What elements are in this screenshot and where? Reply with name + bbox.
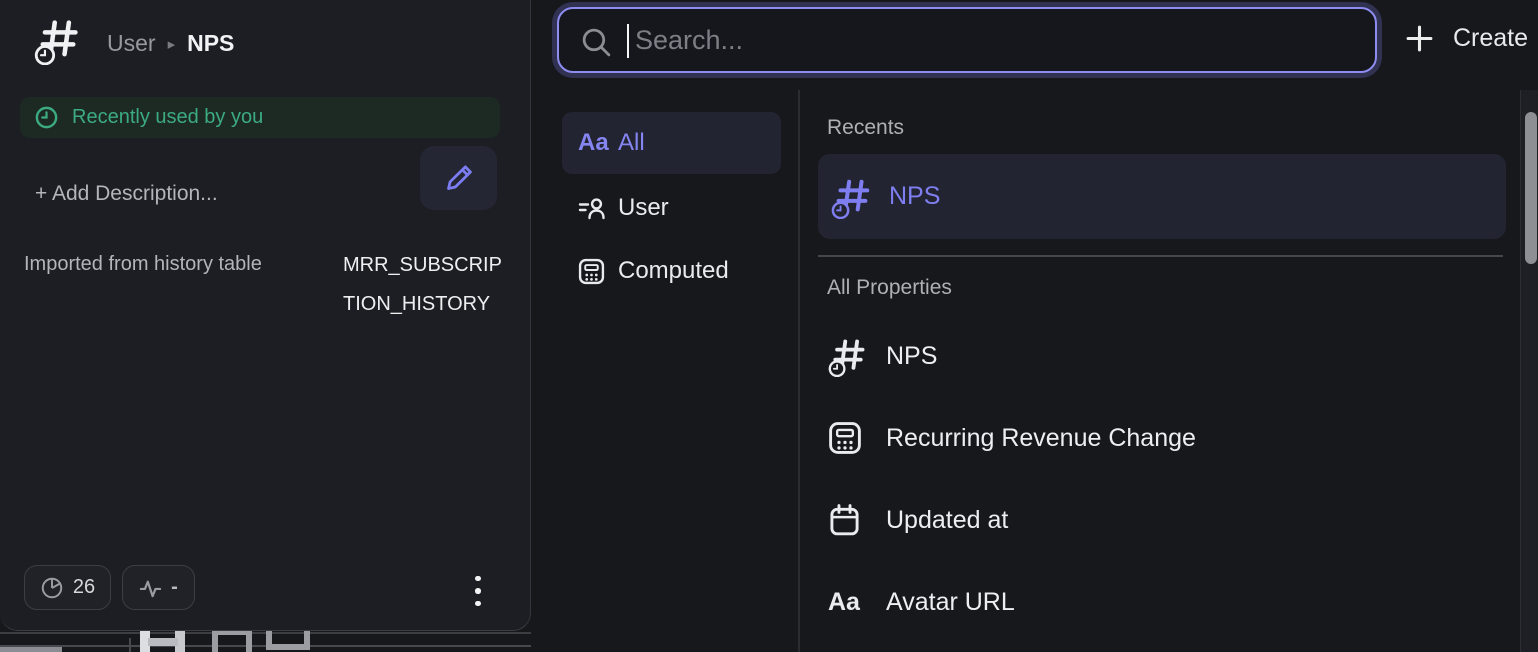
activity-icon (139, 578, 162, 598)
property-item-updated-at[interactable]: Updated at (818, 479, 1506, 561)
filter-tab-label: User (618, 194, 669, 222)
property-item-recurring-revenue-change[interactable]: Recurring Revenue Change (818, 397, 1506, 479)
import-source-value: MRR_SUBSCRIPTION_HISTORY (343, 246, 503, 324)
import-source-label: Imported from history table (24, 253, 262, 276)
pencil-icon (441, 160, 477, 196)
recently-used-badge: Recently used by you (20, 97, 500, 138)
recently-used-label: Recently used by you (72, 106, 263, 129)
filter-tab-all[interactable]: Aa All (562, 112, 781, 174)
clock-icon (34, 105, 59, 130)
filter-tab-label: Computed (618, 257, 729, 285)
background-grid-line (129, 638, 131, 652)
calculator-icon (828, 421, 886, 455)
search-bar (557, 7, 1377, 73)
more-options-button[interactable] (468, 571, 488, 611)
recent-item-nps[interactable]: NPS (818, 154, 1506, 239)
user-list-icon (578, 196, 618, 221)
recents-section-header: Recents (827, 116, 904, 140)
hash-clock-icon (828, 335, 886, 377)
hash-clock-icon (33, 15, 83, 65)
distribution-count-button[interactable]: 26 (24, 565, 111, 610)
calculator-icon (578, 258, 618, 285)
create-button[interactable]: Create (1404, 23, 1528, 54)
hash-clock-icon (818, 175, 873, 219)
property-item-label: NPS (886, 342, 937, 371)
background-table-fragment (266, 629, 310, 650)
search-icon (580, 26, 613, 59)
recent-item-label: NPS (889, 182, 940, 211)
add-description-button[interactable]: + Add Description... (35, 182, 218, 206)
all-properties-section-header: All Properties (827, 276, 952, 300)
filter-tab-user[interactable]: User (562, 178, 781, 238)
plus-icon (1404, 23, 1435, 54)
background-table-fragment (140, 629, 185, 652)
text-caret (627, 24, 629, 58)
background-scrollbar-fragment (0, 647, 62, 652)
property-item-label: Recurring Revenue Change (886, 424, 1196, 453)
trend-value: - (171, 576, 178, 599)
distribution-count: 26 (73, 576, 95, 599)
trend-button[interactable]: - (122, 565, 195, 610)
create-button-label: Create (1453, 24, 1528, 53)
background-table-fragment (212, 629, 252, 652)
filter-tab-computed[interactable]: Computed (562, 240, 781, 302)
text-aa-icon: Aa (828, 588, 886, 617)
calendar-icon (828, 503, 886, 537)
app-root: User ▸ NPS Recently used by you + Add De… (0, 0, 1538, 652)
property-detail-panel: User ▸ NPS Recently used by you + Add De… (0, 0, 531, 631)
search-input[interactable] (633, 9, 1343, 71)
scrollbar-thumb[interactable] (1525, 112, 1537, 264)
pie-chart-icon (40, 576, 64, 600)
filter-tab-label: All (618, 129, 645, 157)
text-aa-icon: Aa (578, 129, 618, 157)
breadcrumb: User ▸ NPS (107, 27, 234, 59)
breadcrumb-separator-icon: ▸ (168, 33, 176, 53)
property-item-label: Avatar URL (886, 588, 1015, 617)
property-item-label: Updated at (886, 506, 1008, 535)
property-item-nps[interactable]: NPS (818, 315, 1506, 397)
edit-button[interactable] (420, 146, 497, 210)
section-divider (818, 255, 1503, 257)
dropdown-column-divider (798, 90, 800, 652)
property-item-avatar-url[interactable]: Aa Avatar URL (818, 561, 1506, 643)
breadcrumb-current: NPS (187, 30, 234, 57)
breadcrumb-parent[interactable]: User (107, 30, 156, 57)
